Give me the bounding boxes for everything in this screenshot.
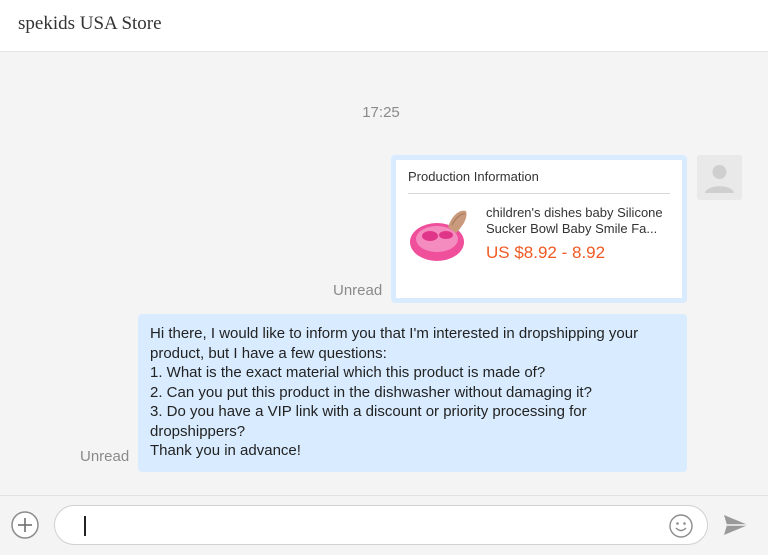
message-composer <box>0 495 768 555</box>
product-card-message[interactable]: Production Information children's dishes… <box>391 155 687 303</box>
text-message-bubble: Hi there, I would like to inform you tha… <box>138 314 687 472</box>
message-timestamp: 17:25 <box>362 104 400 121</box>
smiley-icon <box>669 514 693 538</box>
product-title-line: children's dishes baby Silicone <box>486 205 663 220</box>
message-line: 2. Can you put this product in the dishw… <box>150 383 592 401</box>
product-card-body: Production Information children's dishes… <box>396 160 682 298</box>
product-card-header: Production Information <box>408 169 539 184</box>
message-line: Hi there, I would like to inform you tha… <box>150 325 639 342</box>
message-line: product, but I have a few questions: <box>150 344 387 362</box>
product-title-line: Sucker Bowl Baby Smile Fa... <box>486 221 658 236</box>
user-silhouette-icon <box>697 155 742 200</box>
emoji-button[interactable] <box>668 513 694 539</box>
send-button[interactable] <box>722 513 750 537</box>
message-line: Thank you in advance! <box>150 442 301 459</box>
store-name[interactable]: spekids USA Store <box>18 13 162 35</box>
product-thumbnail[interactable] <box>408 205 470 267</box>
message-input-box[interactable] <box>54 505 708 545</box>
product-title[interactable]: children's dishes baby Silicone Sucker B… <box>486 205 674 237</box>
message-line: 1. What is the exact material which this… <box>150 364 546 381</box>
message-input[interactable] <box>81 514 641 536</box>
text-caret <box>84 516 86 536</box>
chat-window: spekids USA Store 17:25 Production Infor… <box>0 0 768 555</box>
add-attachment-button[interactable] <box>10 510 40 540</box>
chat-header: spekids USA Store <box>0 0 768 52</box>
divider <box>408 193 670 194</box>
unread-status: Unread <box>333 282 383 299</box>
message-line: dropshippers? <box>150 422 246 440</box>
paper-plane-icon <box>724 515 748 535</box>
product-price: US $8.92 - 8.92 <box>486 243 606 262</box>
plus-circle-icon <box>11 511 39 539</box>
message-list[interactable]: 17:25 Production Information children's … <box>0 52 768 495</box>
message-line: 3. Do you have a VIP link with a discoun… <box>150 403 587 420</box>
unread-status: Unread <box>80 448 130 465</box>
user-avatar <box>697 155 742 200</box>
